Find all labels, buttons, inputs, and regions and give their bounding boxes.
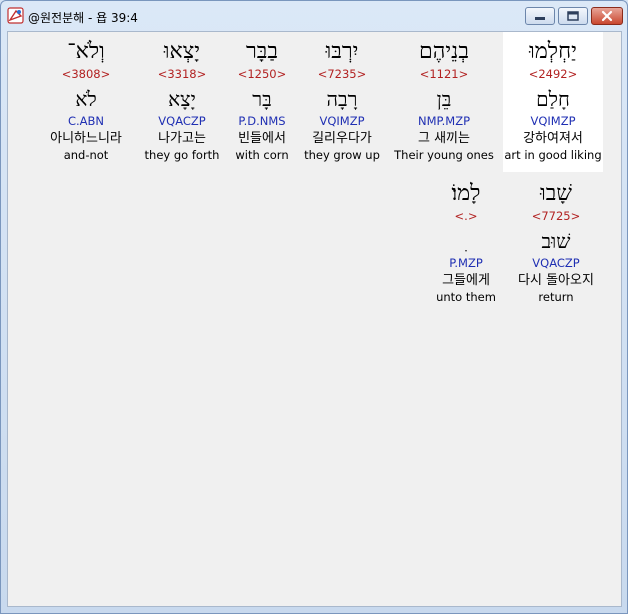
strong-number[interactable]: <7725> xyxy=(506,208,606,224)
strong-number[interactable]: <3318> xyxy=(132,66,232,82)
interlinear-panel[interactable]: יַחְלְמוּ <2492> חָלַם VQIMZP 강하여져서 art … xyxy=(7,31,622,607)
hebrew-lemma: ִ xyxy=(416,226,516,256)
word-block[interactable]: וְלֹא־ <3808> לֹא C.ABN 아니하느니라 and-not xyxy=(36,32,136,163)
korean-gloss: 아니하느니라 xyxy=(50,131,122,146)
hebrew-lemma: יָצָא xyxy=(168,87,196,111)
morphology-code: VQACZP xyxy=(158,114,206,128)
english-gloss: unto them xyxy=(436,290,496,304)
korean-gloss: 강하여져서 xyxy=(523,131,583,146)
morphology-code: P.MZP xyxy=(449,256,483,270)
word-block[interactable]: בְנֵיהֶם <1121> בֵּן NMP.MZP 그 새끼는 Their… xyxy=(394,32,494,163)
app-logo-icon xyxy=(7,7,24,24)
korean-gloss: 다시 돌아오지 xyxy=(518,273,594,288)
app-window: @원전분해 - 욥 39:4 יַחְלְמוּ <2492> חָלַם VQ… xyxy=(0,0,628,614)
hebrew-word: בְנֵיהֶם xyxy=(419,39,469,64)
english-gloss: and-not xyxy=(63,148,109,162)
korean-gloss: 그들에게 xyxy=(442,273,490,288)
korean-gloss: 나가고는 xyxy=(158,131,206,146)
word-block[interactable]: יַחְלְמוּ <2492> חָלַם VQIMZP 강하여져서 art … xyxy=(503,32,603,172)
hebrew-word: וְלֹא־ xyxy=(67,39,105,64)
english-gloss: Their young ones xyxy=(394,148,494,162)
hebrew-lemma: בֵּן xyxy=(436,87,452,111)
hebrew-lemma: לֹא xyxy=(75,87,97,111)
maximize-icon xyxy=(567,11,579,21)
maximize-button[interactable] xyxy=(558,7,588,25)
minimize-button[interactable] xyxy=(525,7,555,25)
window-title: @원전분해 - 욥 39:4 xyxy=(28,11,138,25)
korean-gloss: 그 새끼는 xyxy=(418,131,470,146)
word-block[interactable]: שָׁבוּ <7725> שׁוּב VQACZP 다시 돌아오지 retur… xyxy=(506,174,606,305)
close-icon xyxy=(601,10,613,22)
hebrew-lemma: שׁוּב xyxy=(541,229,571,253)
hebrew-lemma: חָלַם xyxy=(536,87,570,111)
morphology-code: VQIMZP xyxy=(530,114,576,128)
morphology-code: VQACZP xyxy=(532,256,580,270)
hebrew-word: יַחְלְמוּ xyxy=(529,39,577,64)
hebrew-word: לָמוֹ׃ xyxy=(451,181,481,206)
english-gloss: return xyxy=(538,290,574,304)
english-gloss: they go forth xyxy=(144,148,220,162)
title-bar[interactable]: @원전분해 - 욥 39:4 xyxy=(1,1,627,31)
hebrew-word: יָצְאוּ xyxy=(163,39,201,64)
morphology-code: NMP.MZP xyxy=(417,114,471,128)
strong-number[interactable]: <2492> xyxy=(503,66,603,82)
word-block[interactable]: יָצְאוּ <3318> יָצָא VQACZP 나가고는 they go… xyxy=(132,32,232,163)
strong-number[interactable]: <3808> xyxy=(36,66,136,82)
word-block[interactable]: לָמוֹ׃ <.> ִ P.MZP 그들에게 unto them xyxy=(416,174,516,305)
english-gloss: art in good liking xyxy=(504,148,602,162)
hebrew-word: שָׁבוּ xyxy=(540,181,572,206)
close-button[interactable] xyxy=(591,7,623,25)
strong-number[interactable]: <1121> xyxy=(394,66,494,82)
morphology-code: C.ABN xyxy=(67,114,105,128)
minimize-icon xyxy=(535,17,545,20)
strong-number[interactable]: <.> xyxy=(416,208,516,224)
